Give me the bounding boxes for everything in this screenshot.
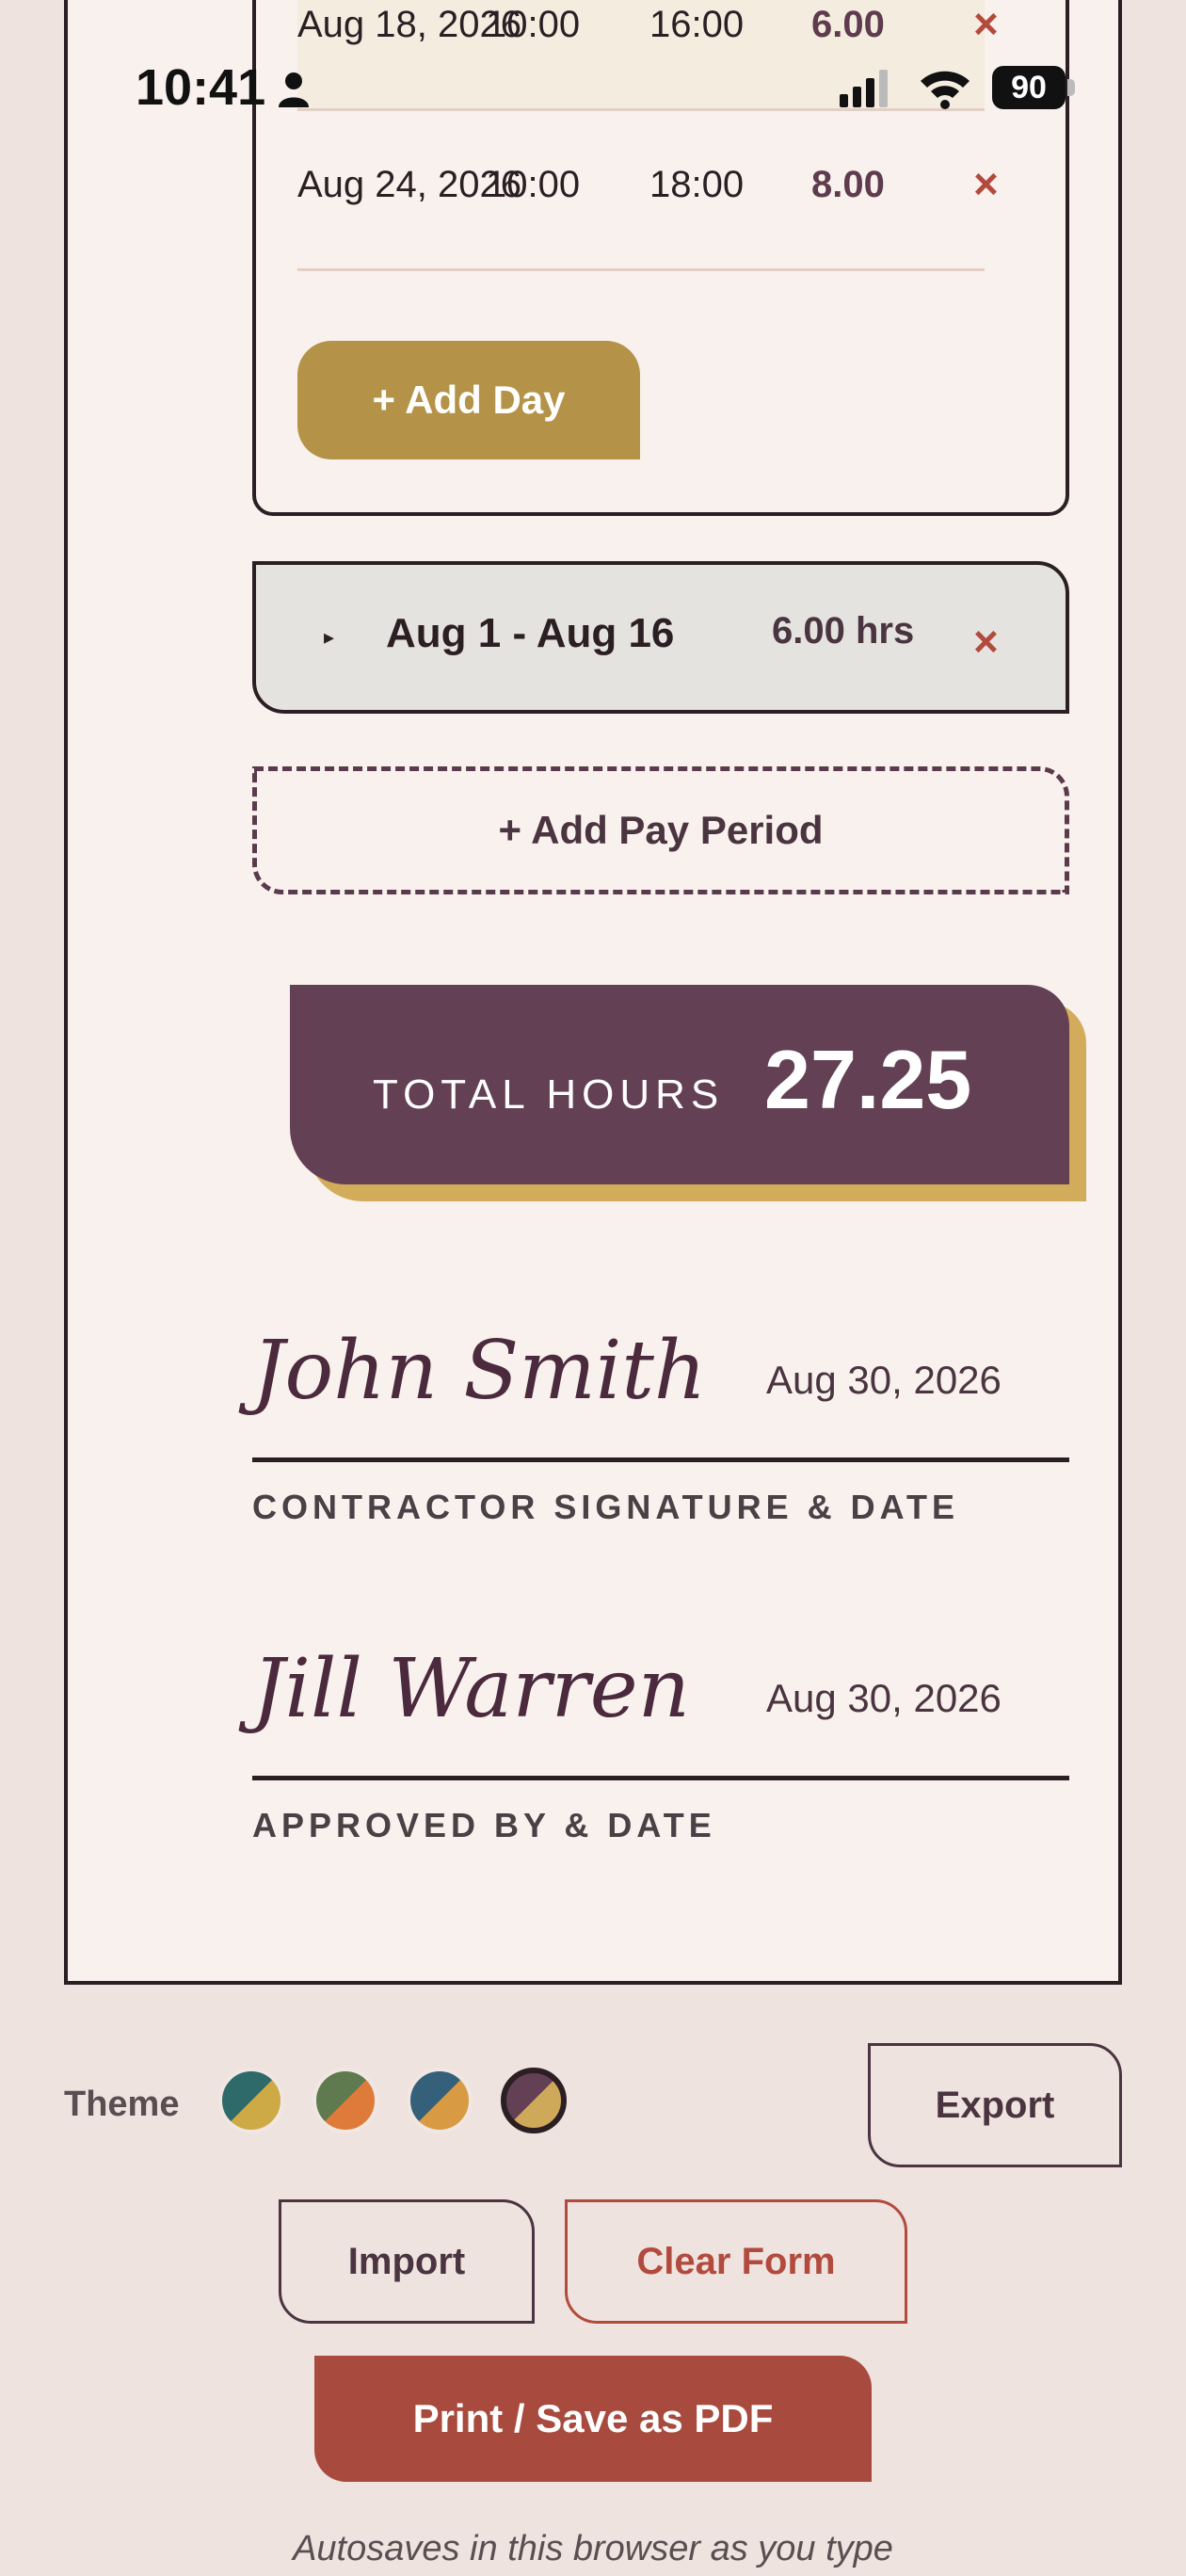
status-bar: 10:41 90 (0, 55, 1186, 121)
theme-label: Theme (64, 2085, 180, 2124)
day-end-time[interactable]: 16:00 (649, 4, 744, 46)
day-hours: 6.00 (811, 4, 885, 45)
battery-icon: 90 (992, 66, 1077, 109)
print-pdf-button[interactable]: Print / Save as PDF (314, 2356, 872, 2482)
signature-name[interactable]: Jill Warren (252, 1642, 690, 1736)
expand-triangle-icon[interactable]: ▸ (324, 625, 334, 650)
timesheet-sheet: Aug 18, 2026 10:00 16:00 6.00 × Aug 24, … (64, 0, 1122, 1985)
total-hours-box: TOTAL HOURS 27.25 (290, 985, 1069, 1184)
day-hours: 8.00 (811, 164, 885, 205)
delete-day-icon[interactable]: × (973, 0, 999, 49)
autosave-note: Autosaves in this browser as you type (293, 2529, 893, 2568)
signature-line (252, 1457, 1069, 1462)
delete-day-icon[interactable]: × (973, 158, 999, 209)
day-start-time[interactable]: 10:00 (486, 164, 580, 206)
cellular-signal-icon (840, 70, 888, 107)
export-button[interactable]: Export (868, 2043, 1122, 2167)
clear-form-button[interactable]: Clear Form (565, 2199, 907, 2324)
pay-period-collapsed[interactable]: ▸ Aug 1 - Aug 16 6.00 hrs × (252, 561, 1069, 714)
import-button[interactable]: Import (279, 2199, 535, 2324)
signature-name[interactable]: John Smith (252, 1324, 706, 1418)
theme-swatch-green-orange[interactable] (313, 2068, 378, 2133)
day-end-time[interactable]: 18:00 (649, 164, 744, 206)
battery-tip (1067, 79, 1075, 96)
add-day-button[interactable]: + Add Day (297, 341, 640, 459)
pay-period-range: Aug 1 - Aug 16 (386, 610, 675, 656)
theme-swatch-plum-gold[interactable] (501, 2068, 567, 2133)
status-time: 10:41 (136, 59, 266, 116)
signature-date[interactable]: Aug 30, 2026 (766, 1358, 1002, 1403)
delete-period-icon[interactable]: × (973, 616, 999, 667)
signature-line (252, 1776, 1069, 1780)
person-icon (279, 72, 309, 107)
signature-caption: APPROVED BY & DATE (252, 1806, 716, 1844)
wifi-icon (921, 71, 970, 109)
day-row[interactable]: Aug 24, 2026 10:00 18:00 8.00 × (297, 111, 999, 271)
add-pay-period-button[interactable]: + Add Pay Period (252, 766, 1069, 894)
day-start-time[interactable]: 10:00 (486, 4, 580, 46)
signature-date[interactable]: Aug 30, 2026 (766, 1676, 1002, 1721)
signature-caption: CONTRACTOR SIGNATURE & DATE (252, 1488, 959, 1526)
total-hours-value: 27.25 (764, 1033, 972, 1126)
pay-period-hours: 6.00 hrs (772, 610, 915, 652)
battery-level: 90 (992, 66, 1066, 109)
theme-swatch-blue-orange[interactable] (407, 2068, 473, 2133)
theme-swatch-teal-gold[interactable] (218, 2068, 284, 2133)
total-hours-label: TOTAL HOURS (373, 1071, 725, 1118)
